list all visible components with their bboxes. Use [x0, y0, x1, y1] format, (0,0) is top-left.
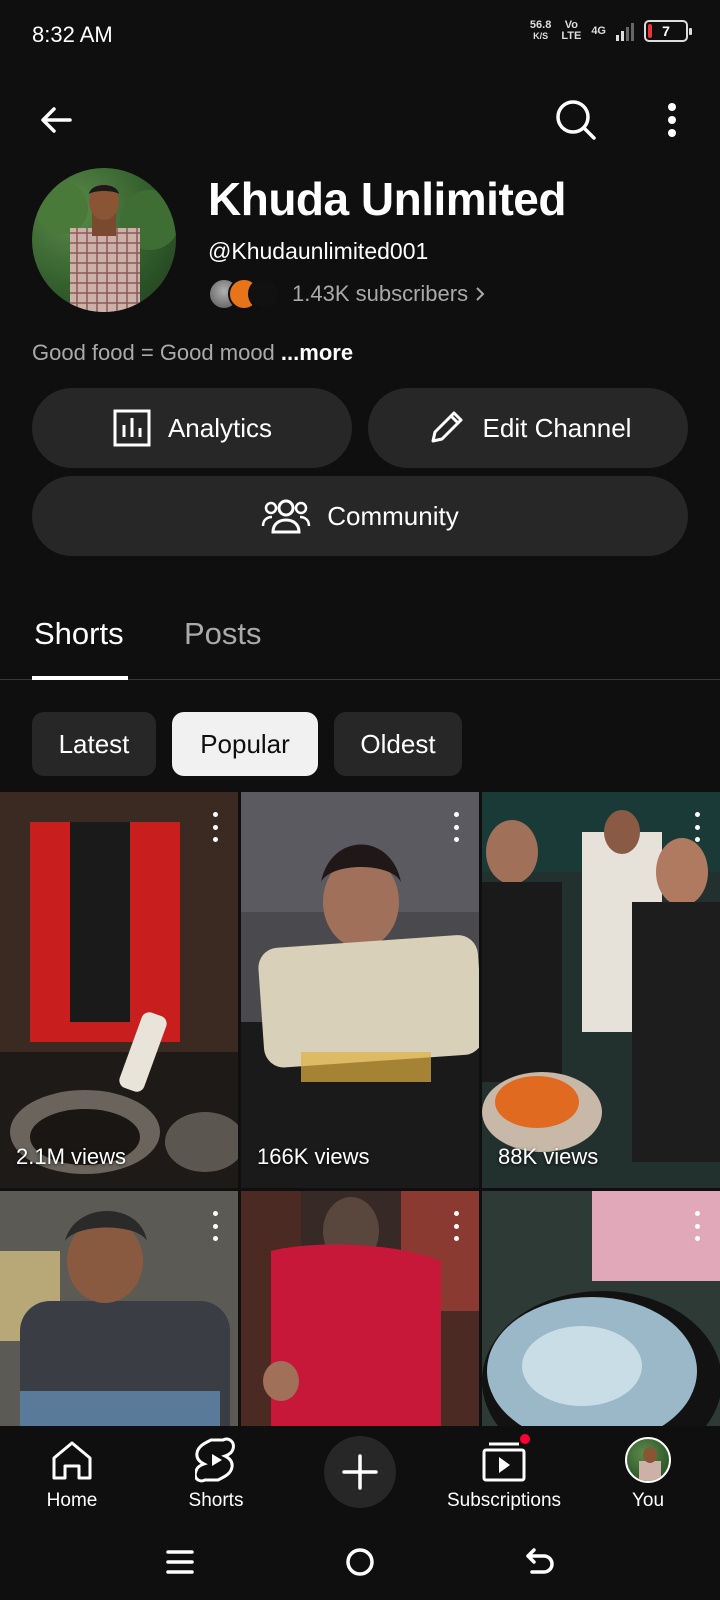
view-count: 2.1M views: [16, 1144, 127, 1169]
short-thumbnail[interactable]: 2.1M views: [0, 792, 238, 1188]
analytics-label: Analytics: [167, 412, 273, 443]
short-thumbnail[interactable]: 88K views: [482, 792, 720, 1188]
subscriptions-icon: [476, 1432, 532, 1486]
community-label: Community: [327, 500, 459, 531]
recents-icon[interactable]: [160, 1542, 200, 1582]
subscribers-row[interactable]: 1.43K subscribers: [208, 276, 486, 312]
more-vert-icon[interactable]: [692, 1211, 702, 1241]
short-thumbnail[interactable]: [482, 1191, 720, 1426]
nav-home[interactable]: Home: [2, 1434, 142, 1512]
status-time: 8:32 AM: [32, 22, 113, 47]
system-navigation: [0, 1526, 720, 1600]
notification-dot: [518, 1432, 532, 1446]
search-icon[interactable]: [554, 98, 598, 142]
create-button[interactable]: [324, 1436, 396, 1508]
chip-oldest[interactable]: Oldest: [334, 712, 462, 776]
nav-you-label: You: [631, 1490, 665, 1511]
shorts-icon: [188, 1434, 244, 1486]
community-icon: [262, 499, 311, 534]
signal-icon: [616, 21, 634, 41]
battery-icon: 7: [644, 20, 692, 42]
nav-you[interactable]: You: [578, 1434, 718, 1512]
subscriber-avatars: [208, 278, 284, 310]
more-link[interactable]: ...more: [281, 340, 353, 365]
back-gesture-icon[interactable]: [520, 1542, 560, 1582]
home-icon: [44, 1434, 100, 1486]
status-icons: 56.8 K/S Vo LTE 4G 7: [529, 19, 692, 42]
community-button[interactable]: Community: [32, 476, 688, 556]
view-count: 88K views: [498, 1144, 599, 1169]
more-vert-icon[interactable]: [692, 812, 702, 842]
channel-description[interactable]: Good food = Good mood ...more: [32, 340, 353, 366]
user-avatar: [625, 1437, 671, 1483]
more-vert-icon[interactable]: [210, 812, 220, 842]
back-arrow-icon[interactable]: [34, 98, 78, 142]
nav-shorts[interactable]: Shorts: [146, 1434, 286, 1512]
network-type: 4G: [591, 25, 606, 37]
nav-home-label: Home: [46, 1490, 98, 1511]
subscriber-avatar: [248, 278, 280, 310]
tab-posts[interactable]: Posts: [184, 616, 262, 652]
edit-channel-label: Edit Channel: [482, 412, 632, 443]
top-bar: [0, 88, 720, 152]
channel-handle: @Khudaunlimited001: [208, 238, 429, 264]
analytics-icon: [113, 409, 151, 447]
chevron-right-icon: [476, 287, 485, 301]
nav-shorts-label: Shorts: [188, 1490, 244, 1511]
more-vert-icon[interactable]: [210, 1211, 220, 1241]
short-thumbnail[interactable]: [0, 1191, 238, 1426]
short-thumbnail[interactable]: 166K views: [241, 792, 479, 1188]
home-button-icon[interactable]: [340, 1542, 380, 1582]
pencil-icon: [431, 411, 463, 443]
shorts-grid: 2.1M views 166K views 88K views: [0, 792, 720, 1426]
short-thumbnail[interactable]: [241, 1191, 479, 1426]
tab-shorts[interactable]: Shorts: [34, 616, 124, 652]
chip-popular[interactable]: Popular: [172, 712, 318, 776]
nav-subscriptions-label: Subscriptions: [446, 1490, 562, 1511]
analytics-button[interactable]: Analytics: [32, 388, 352, 468]
more-vert-icon[interactable]: [650, 98, 694, 142]
chip-latest[interactable]: Latest: [32, 712, 156, 776]
volte-indicator: Vo LTE: [561, 19, 582, 42]
edit-channel-button[interactable]: Edit Channel: [368, 388, 688, 468]
subscriber-count: 1.43K subscribers: [292, 281, 469, 306]
network-speed: 56.8 K/S: [529, 19, 552, 42]
more-vert-icon[interactable]: [451, 812, 461, 842]
view-count: 166K views: [257, 1144, 370, 1169]
plus-icon: [342, 1454, 378, 1490]
active-tab-indicator: [32, 676, 128, 680]
bottom-navigation: Home Shorts Subscriptions You: [0, 1426, 720, 1526]
channel-avatar[interactable]: [32, 168, 176, 312]
nav-subscriptions[interactable]: Subscriptions: [434, 1432, 574, 1512]
channel-tabs: Shorts Posts: [0, 600, 720, 680]
status-bar: 8:32 AM 56.8 K/S Vo LTE 4G 7: [0, 0, 720, 72]
channel-name: Khuda Unlimited: [208, 173, 566, 225]
more-vert-icon[interactable]: [451, 1211, 461, 1241]
